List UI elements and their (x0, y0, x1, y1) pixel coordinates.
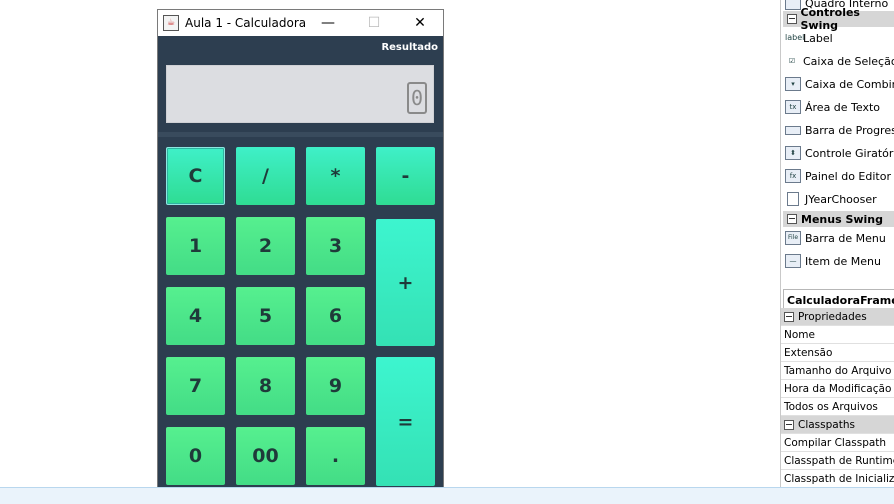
digit-4-button[interactable]: 4 (166, 287, 225, 345)
palette-item-checkbox[interactable]: ☑ Caixa de Seleção (785, 50, 894, 72)
property-row[interactable]: Hora da Modificação (781, 380, 894, 398)
spinner-icon: ⬍ (785, 146, 801, 160)
display-value: 0 (407, 82, 427, 114)
label-icon: label (785, 32, 799, 44)
palette-item-text: Painel do Editor (805, 170, 891, 183)
property-row[interactable]: Todos os Arquivos (781, 398, 894, 416)
window-title: Aula 1 - Calculadora (185, 16, 306, 30)
property-row[interactable]: Extensão (781, 344, 894, 362)
palette-header-swing-controls[interactable]: Controles Swing (783, 11, 894, 27)
property-row[interactable]: Compilar Classpath (781, 434, 894, 452)
collapse-icon (787, 214, 797, 224)
palette-item-text: Área de Texto (805, 101, 880, 114)
divide-button[interactable]: / (236, 147, 295, 205)
classpaths-section-header[interactable]: Classpaths (781, 416, 894, 434)
clear-button[interactable]: C (166, 147, 225, 205)
palette-item-jyearchooser[interactable]: JYearChooser (785, 188, 877, 210)
window-titlebar[interactable]: ☕ Aula 1 - Calculadora — ☐ ✕ (158, 10, 443, 36)
collapse-icon (787, 14, 797, 24)
digit-6-button[interactable]: 6 (306, 287, 365, 345)
section-label: Propriedades (798, 311, 867, 323)
editorpane-icon: fx (785, 169, 801, 183)
properties-section-header[interactable]: Propriedades (781, 308, 894, 326)
multiply-button[interactable]: * (306, 147, 365, 205)
palette-item-textarea[interactable]: tx Área de Texto (785, 96, 880, 118)
palette-item-menuitem[interactable]: — Item de Menu (785, 250, 881, 272)
panel-separator (158, 132, 443, 137)
maximize-button[interactable]: ☐ (353, 10, 395, 36)
close-button[interactable]: ✕ (399, 10, 441, 36)
digit-7-button[interactable]: 7 (166, 357, 225, 415)
palette-item-text: Item de Menu (805, 255, 881, 268)
textarea-icon: tx (785, 100, 801, 114)
result-label: Resultado (381, 42, 438, 53)
palette-item-text: Barra de Menu (805, 232, 886, 245)
combobox-icon: ▾ (785, 77, 801, 91)
calculator-window: ☕ Aula 1 - Calculadora — ☐ ✕ Resultado 0… (157, 9, 444, 497)
palette-item-text: Controle Giratório (805, 147, 894, 160)
progressbar-icon (785, 126, 801, 135)
palette-item-text: Caixa de Seleção (803, 55, 894, 68)
result-display: 0 (166, 65, 434, 123)
menubar-icon: File (785, 231, 801, 245)
palette-item-progressbar[interactable]: Barra de Progresso (785, 119, 894, 141)
java-app-icon: ☕ (163, 15, 179, 31)
palette-item-text: Caixa de Combinação (805, 78, 894, 91)
section-label: Classpaths (798, 419, 855, 431)
digit-2-button[interactable]: 2 (236, 217, 295, 275)
palette-item-label[interactable]: label Label (785, 27, 833, 49)
digit-1-button[interactable]: 1 (166, 217, 225, 275)
double-zero-button[interactable]: 00 (236, 427, 295, 485)
digit-9-button[interactable]: 9 (306, 357, 365, 415)
property-row[interactable]: Tamanho do Arquivo (781, 362, 894, 380)
digit-8-button[interactable]: 8 (236, 357, 295, 415)
plus-button[interactable]: + (376, 219, 435, 346)
palette-header-swing-menus[interactable]: Menus Swing (783, 211, 894, 227)
property-row[interactable]: Nome (781, 326, 894, 344)
palette-header-label: Menus Swing (801, 213, 883, 226)
checkbox-icon: ☑ (785, 55, 799, 67)
property-row[interactable]: Classpath de Inicialização (781, 470, 894, 488)
collapse-icon (784, 312, 794, 322)
menuitem-icon: — (785, 254, 801, 268)
minimize-button[interactable]: — (307, 10, 349, 36)
equals-button[interactable]: = (376, 357, 435, 486)
palette-item-spinner[interactable]: ⬍ Controle Giratório (785, 142, 894, 164)
minus-button[interactable]: - (376, 147, 435, 205)
status-strip (0, 487, 894, 504)
file-icon (787, 192, 799, 206)
frame-icon (785, 0, 801, 10)
digit-3-button[interactable]: 3 (306, 217, 365, 275)
digit-5-button[interactable]: 5 (236, 287, 295, 345)
palette-item-menubar[interactable]: File Barra de Menu (785, 227, 886, 249)
property-row[interactable]: Classpath de Runtime (781, 452, 894, 470)
collapse-icon (784, 420, 794, 430)
palette-item-text: Label (803, 32, 833, 45)
palette-item-text: Barra de Progresso (805, 124, 894, 137)
decimal-point-button[interactable]: . (306, 427, 365, 485)
palette-item-text: JYearChooser (805, 193, 877, 206)
palette-item-combobox[interactable]: ▾ Caixa de Combinação (785, 73, 894, 95)
digit-0-button[interactable]: 0 (166, 427, 225, 485)
palette-item-editorpane[interactable]: fx Painel do Editor (785, 165, 891, 187)
